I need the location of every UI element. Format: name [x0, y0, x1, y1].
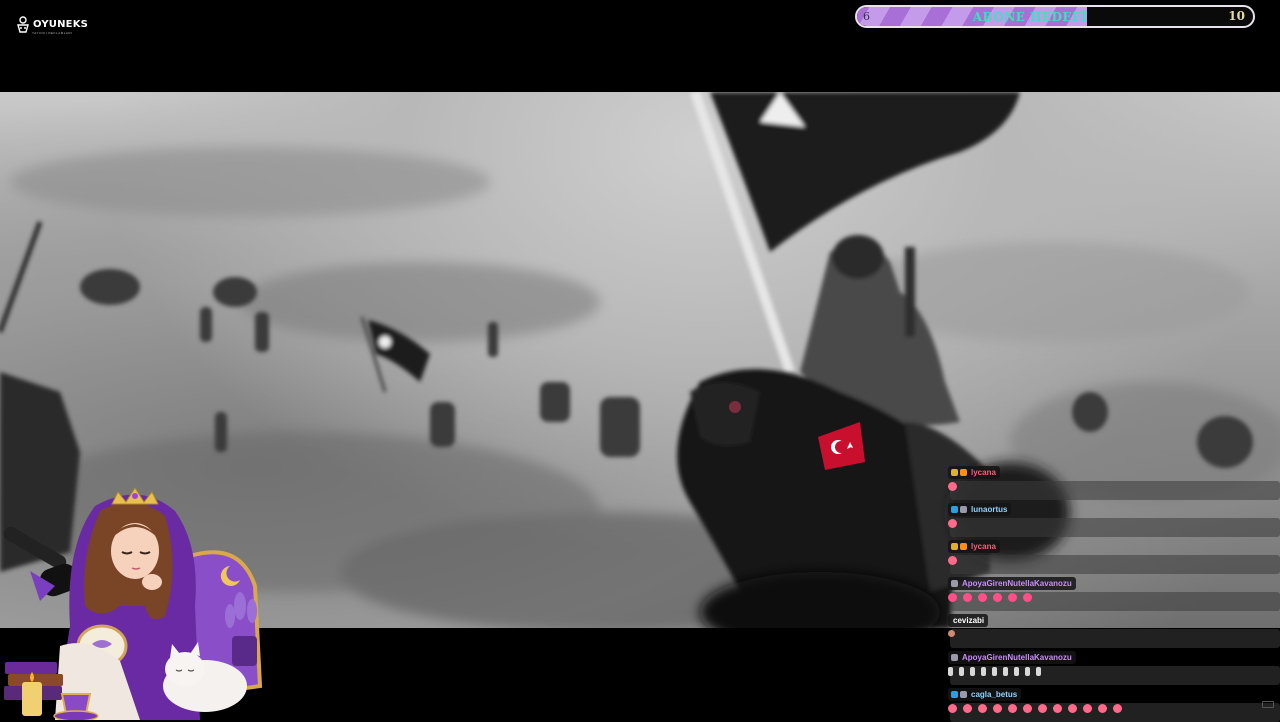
- candle-emote-icon: [1025, 667, 1030, 676]
- heart-face-emote-icon: [948, 519, 957, 528]
- chat-message-background: [950, 481, 1280, 500]
- heart-face-emote-icon: [948, 556, 957, 565]
- chat-message-header: lunaortus: [948, 503, 1012, 516]
- candle-emote-icon: [981, 667, 986, 676]
- heart-face-emote-icon: [948, 482, 957, 491]
- heart-face-emote-icon: [993, 704, 1002, 713]
- candle-emote-icon: [948, 667, 953, 676]
- star-badge-icon: [951, 580, 958, 587]
- heart-face-emote-icon: [963, 704, 972, 713]
- globe-badge-icon: [951, 691, 958, 698]
- pink-feather-emote-icon: [978, 593, 987, 602]
- goal-title: ABONE HEDEFİ: [972, 10, 1088, 24]
- chat-overlay: lycana lunaortus lycana ApoyaGirenNutellaKa…: [940, 462, 1280, 722]
- chat-username[interactable]: cevizabi: [953, 616, 984, 625]
- crown-badge-icon: [951, 469, 958, 476]
- chat-message-background: [950, 629, 1280, 648]
- chat-message-header: cevizabi: [948, 614, 989, 627]
- crown-badge-icon: [951, 543, 958, 550]
- chat-emotes: [948, 556, 957, 565]
- controller-figure-icon: [17, 16, 29, 33]
- candle-emote-icon: [992, 667, 997, 676]
- channel-logo: OYUNEKS YAYINCI REKLAMLARI: [16, 16, 89, 35]
- coin-badge-icon: [960, 543, 967, 550]
- heart-face-emote-icon: [1098, 704, 1107, 713]
- chat-message-header: ApoyaGirenNutellaKavanozu: [948, 577, 1076, 590]
- candle-emote-icon: [1003, 667, 1008, 676]
- candle-emote-icon: [959, 667, 964, 676]
- heart-face-emote-icon: [1083, 704, 1092, 713]
- chat-message-header: lycana: [948, 540, 1000, 553]
- chat-emotes: [948, 482, 957, 491]
- chat-emotes: [948, 630, 955, 637]
- chat-message-background: [950, 555, 1280, 574]
- chat-username[interactable]: ApoyaGirenNutellaKavanozu: [962, 579, 1072, 588]
- subscriber-goal-bar: 6 ABONE HEDEFİ 10: [855, 5, 1255, 28]
- chat-message-header: ApoyaGirenNutellaKavanozu: [948, 651, 1076, 664]
- goal-target-count: 10: [1228, 9, 1245, 23]
- brand-tagline: YAYINCI REKLAMLARI: [32, 31, 73, 35]
- heart-face-emote-icon: [1008, 704, 1017, 713]
- small-emote-icon: [948, 630, 955, 637]
- heart-face-emote-icon: [1068, 704, 1077, 713]
- chat-emotes: [948, 593, 1032, 602]
- streamer-avatar-illustration: [3, 487, 263, 720]
- star-badge-icon: [951, 654, 958, 661]
- star-badge-icon: [960, 506, 967, 513]
- chat-emotes: [948, 519, 957, 528]
- chat-username[interactable]: lycana: [971, 468, 996, 477]
- chat-emotes: [948, 667, 1041, 676]
- chat-message-header: cagla_betus: [948, 688, 1022, 701]
- pink-feather-emote-icon: [948, 593, 957, 602]
- pink-feather-emote-icon: [1023, 593, 1032, 602]
- heart-face-emote-icon: [1023, 704, 1032, 713]
- chat-username[interactable]: lunaortus: [971, 505, 1007, 514]
- pink-feather-emote-icon: [993, 593, 1002, 602]
- pink-feather-emote-icon: [963, 593, 972, 602]
- chat-username[interactable]: cagla_betus: [971, 690, 1017, 699]
- microphone-icon: [3, 527, 79, 601]
- chat-username[interactable]: ApoyaGirenNutellaKavanozu: [962, 653, 1072, 662]
- chat-username[interactable]: lycana: [971, 542, 996, 551]
- heart-face-emote-icon: [978, 704, 987, 713]
- heart-face-emote-icon: [948, 704, 957, 713]
- pink-feather-emote-icon: [1008, 593, 1017, 602]
- candle-emote-icon: [970, 667, 975, 676]
- coin-badge-icon: [960, 469, 967, 476]
- chat-message-header: lycana: [948, 466, 1000, 479]
- candle-emote-icon: [1036, 667, 1041, 676]
- chat-emotes: [948, 704, 1122, 713]
- candle-emote-icon: [1014, 667, 1019, 676]
- star-badge-icon: [960, 691, 967, 698]
- heart-face-emote-icon: [1038, 704, 1047, 713]
- heart-face-emote-icon: [1053, 704, 1062, 713]
- globe-badge-icon: [951, 506, 958, 513]
- brand-name: OYUNEKS: [33, 19, 89, 30]
- heart-face-emote-icon: [1113, 704, 1122, 713]
- chat-message-background: [950, 518, 1280, 537]
- chat-resize-icon: [1262, 701, 1274, 708]
